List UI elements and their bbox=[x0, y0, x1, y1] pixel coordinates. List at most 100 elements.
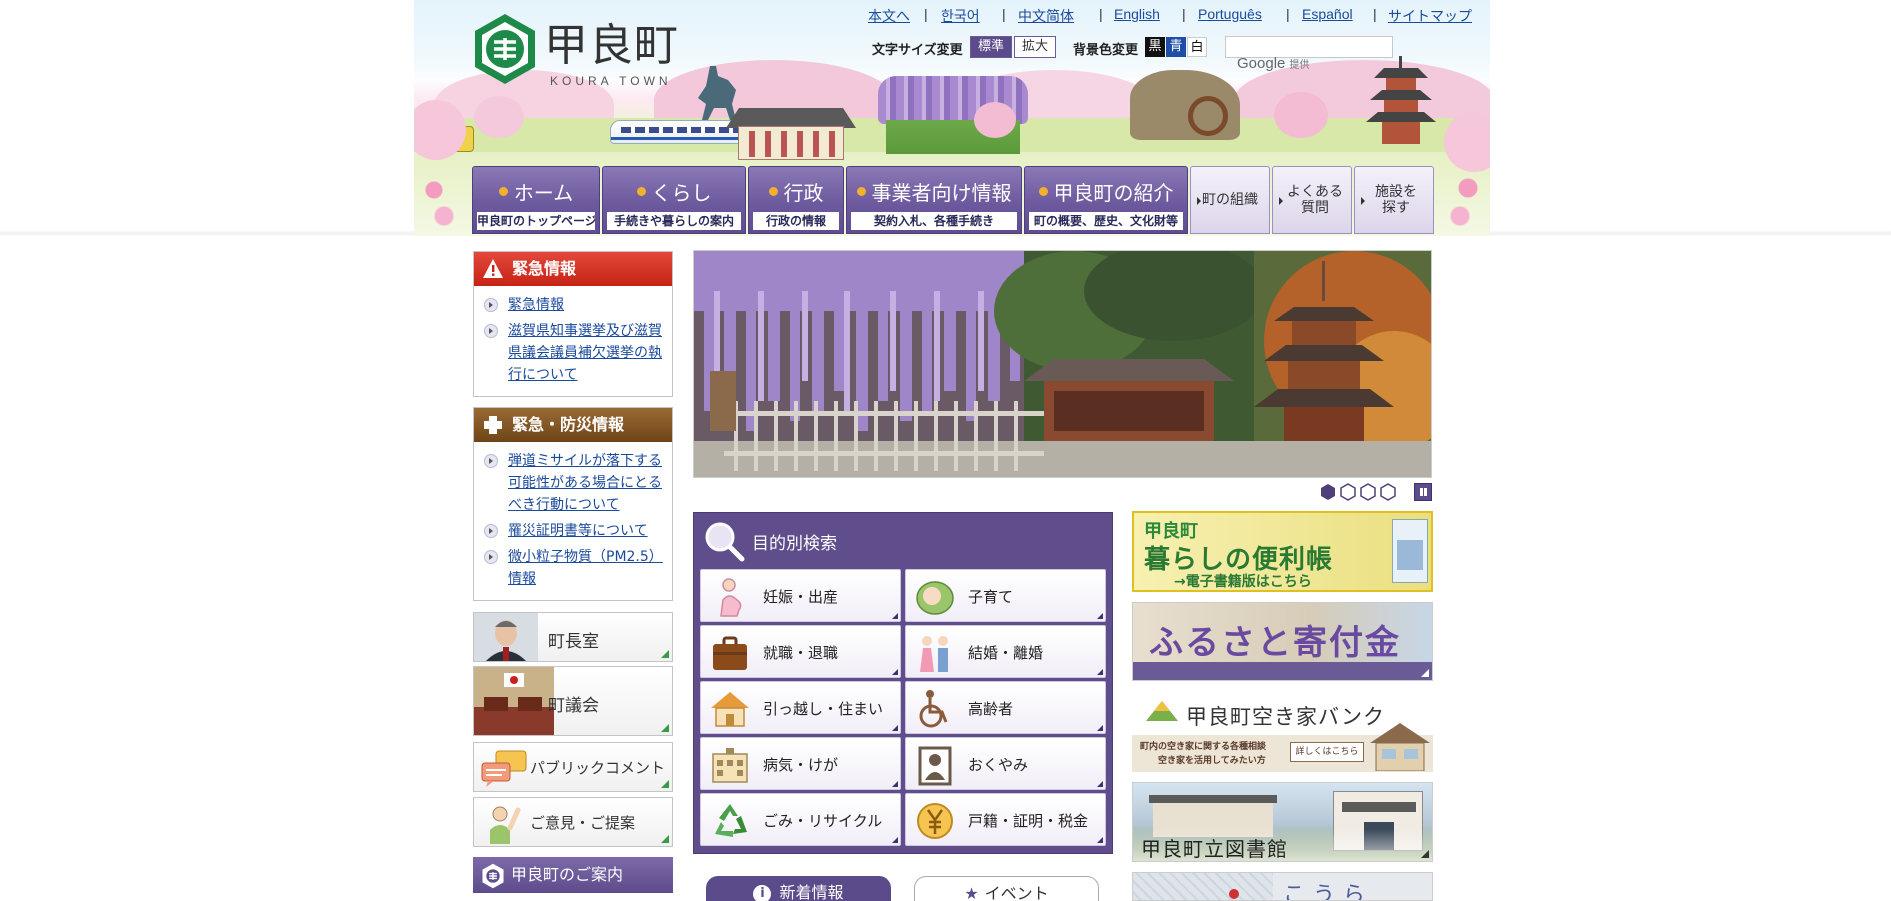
corner-arrow-icon bbox=[661, 724, 669, 732]
logo-text-en: KOURA TOWN bbox=[550, 74, 672, 88]
slide-indicator-active[interactable] bbox=[1320, 483, 1336, 501]
korean-link[interactable]: 한국어 bbox=[941, 6, 980, 26]
font-size-large-button[interactable]: 拡大 bbox=[1014, 36, 1056, 58]
nav-organization[interactable]: 町の組織 bbox=[1190, 166, 1270, 234]
disaster-info-title: 緊急・防災情報 bbox=[512, 415, 625, 434]
purpose-pregnancy-button[interactable]: 妊娠・出産 bbox=[700, 569, 901, 622]
nav-living[interactable]: くらし 手続きや暮らしの案内 bbox=[602, 166, 746, 234]
town-guide-header[interactable]: 甲良町のご案内 bbox=[473, 857, 673, 893]
station-illustration bbox=[738, 126, 844, 160]
corner-arrow-icon bbox=[1421, 850, 1429, 858]
town-council-label: 町議会 bbox=[548, 696, 599, 716]
portuguese-link[interactable]: Português bbox=[1198, 6, 1262, 22]
chinese-link[interactable]: 中文简体 bbox=[1018, 6, 1074, 26]
skip-to-content-link[interactable]: 本文へ bbox=[868, 6, 910, 26]
site-logo[interactable]: 甲良町 KOURA TOWN bbox=[472, 12, 692, 90]
font-size-label: 文字サイズ変更 bbox=[872, 43, 963, 58]
nav-business[interactable]: 事業者向け情報 契約入札、各種手続き bbox=[846, 166, 1022, 234]
wheelchair-icon bbox=[919, 690, 948, 728]
nav-administration[interactable]: 行政 行政の情報 bbox=[748, 166, 844, 234]
tab-news-label: 新着情報 bbox=[779, 883, 844, 901]
purpose-elderly-button[interactable]: 高齢者 bbox=[905, 681, 1106, 734]
town-council-banner[interactable]: 町議会 bbox=[473, 666, 673, 736]
nav-town-intro[interactable]: 甲良町の紹介 町の概要、歴史、文化財等 bbox=[1024, 166, 1188, 234]
opinion-banner[interactable]: ご意見・ご提案 bbox=[473, 797, 673, 847]
hometown-tax-banner[interactable]: ふるさと寄付金 bbox=[1132, 602, 1433, 681]
corner-arrow-icon bbox=[1097, 781, 1103, 787]
vacant-house-line2: 空き家を活用してみたい方 bbox=[1158, 756, 1266, 766]
list-item: 弾道ミサイルが落下する可能性がある場合にとるべき行動について bbox=[482, 450, 666, 516]
purpose-pregnancy-label: 妊娠・出産 bbox=[763, 588, 839, 606]
blossom-illustration bbox=[974, 102, 1016, 138]
map-banner-label: こうら bbox=[1283, 883, 1374, 901]
election-link[interactable]: 滋賀県知事選挙及び滋賀県議会議員補欠選挙の執行について bbox=[508, 323, 662, 383]
slide-indicator[interactable] bbox=[1360, 483, 1376, 501]
disaster-info-list: 弾道ミサイルが落下する可能性がある場合にとるべき行動について 罹災証明書等につい… bbox=[474, 442, 672, 602]
purpose-registry-button[interactable]: 戸籍・証明・税金 bbox=[905, 793, 1106, 846]
disaster-certificate-link[interactable]: 罹災証明書等について bbox=[508, 523, 648, 539]
search-provider: Google 提供 bbox=[1237, 55, 1309, 72]
purpose-childcare-button[interactable]: 子育て bbox=[905, 569, 1106, 622]
corner-arrow-icon bbox=[1097, 837, 1103, 843]
purpose-condolence-button[interactable]: おくやみ bbox=[905, 737, 1106, 790]
spanish-link[interactable]: Español bbox=[1302, 6, 1353, 22]
bg-white-button[interactable]: 白 bbox=[1187, 37, 1207, 57]
waterwheel-illustration bbox=[1188, 96, 1228, 136]
banner-stripe bbox=[1133, 662, 1432, 680]
bg-black-button[interactable]: 黒 bbox=[1145, 37, 1165, 57]
corner-arrow-icon bbox=[1097, 725, 1103, 731]
vacant-house-bank-banner[interactable]: 甲良町空き家バンク 町内の空き家に関する各種相談 空き家を活用してみたい方 詳し… bbox=[1132, 691, 1433, 772]
blossom-illustration bbox=[1274, 92, 1328, 138]
purpose-moving-button[interactable]: 引っ越し・住まい bbox=[700, 681, 901, 734]
map-image bbox=[1133, 873, 1273, 900]
nav-faq[interactable]: よくある質問 bbox=[1272, 166, 1352, 234]
background-color-label: 背景色変更 bbox=[1073, 43, 1139, 58]
purpose-registry-label: 戸籍・証明・税金 bbox=[968, 812, 1089, 830]
purpose-employment-label: 就職・退職 bbox=[763, 644, 839, 662]
tab-news[interactable]: i 新着情報 bbox=[706, 876, 891, 901]
nav-living-sub: 手続きや暮らしの案内 bbox=[607, 212, 741, 230]
purpose-marriage-button[interactable]: 結婚・離婚 bbox=[905, 625, 1106, 678]
life-guide-banner[interactable]: 甲良町 暮らしの便利帳 →電子書籍版はこちら bbox=[1132, 511, 1433, 592]
magnifier-icon bbox=[705, 522, 745, 562]
slide-indicator[interactable] bbox=[1380, 483, 1396, 501]
slideshow-pause-button[interactable] bbox=[1414, 483, 1432, 501]
nav-facilities[interactable]: 施設を探す bbox=[1354, 166, 1434, 234]
disaster-info-header: 緊急・防災情報 bbox=[474, 408, 672, 442]
english-link[interactable]: English bbox=[1114, 6, 1160, 22]
corner-arrow-icon bbox=[892, 781, 898, 787]
slide-indicator[interactable] bbox=[1340, 483, 1356, 501]
header-language-links: 本文へ | 한국어 | 中文简体 | English | Português |… bbox=[868, 6, 1488, 26]
emergency-link[interactable]: 緊急情報 bbox=[508, 297, 564, 313]
purpose-recycling-button[interactable]: ごみ・リサイクル bbox=[700, 793, 901, 846]
nav-facilities-label: 施設を探す bbox=[1375, 184, 1417, 216]
mayor-office-banner[interactable]: 町長室 bbox=[473, 612, 673, 662]
tab-event[interactable]: ★ イベント bbox=[914, 876, 1099, 901]
missile-link[interactable]: 弾道ミサイルが落下する可能性がある場合にとるべき行動について bbox=[508, 453, 662, 513]
chevron-right-icon bbox=[484, 550, 498, 564]
hero-slideshow[interactable] bbox=[693, 250, 1432, 478]
public-comment-banner[interactable]: パブリックコメント bbox=[473, 742, 673, 792]
purpose-illness-button[interactable]: 病気・けが bbox=[700, 737, 901, 790]
speech-bubble-icon bbox=[481, 750, 527, 787]
purpose-moving-label: 引っ越し・住まい bbox=[763, 700, 884, 718]
nav-business-sub: 契約入札、各種手続き bbox=[851, 212, 1017, 230]
bg-blue-button[interactable]: 青 bbox=[1166, 37, 1186, 57]
pm25-link[interactable]: 微小粒子物質（PM2.5）情報 bbox=[508, 549, 663, 587]
purpose-employment-button[interactable]: 就職・退職 bbox=[700, 625, 901, 678]
vacant-house-line1: 町内の空き家に関する各種相談 bbox=[1140, 742, 1267, 752]
map-banner[interactable]: こうら bbox=[1132, 872, 1433, 901]
font-size-standard-button[interactable]: 標準 bbox=[970, 36, 1012, 58]
purpose-illness-label: 病気・けが bbox=[763, 756, 839, 774]
chevron-right-icon bbox=[484, 524, 498, 538]
mayor-photo bbox=[474, 613, 538, 661]
vacant-house-details-button[interactable]: 詳しくはこちら bbox=[1290, 742, 1364, 762]
corner-arrow-icon bbox=[892, 669, 898, 675]
briefcase-icon bbox=[713, 636, 747, 670]
nav-home[interactable]: ホーム 甲良町のトップページ bbox=[472, 166, 600, 234]
nav-town-intro-label: 甲良町の紹介 bbox=[1025, 177, 1187, 206]
sitemap-link[interactable]: サイトマップ bbox=[1388, 6, 1472, 26]
map-pin-icon bbox=[1229, 889, 1239, 899]
library-banner[interactable]: 甲良町立図書館 bbox=[1132, 782, 1433, 862]
town-guide-title: 甲良町のご案内 bbox=[511, 865, 624, 884]
